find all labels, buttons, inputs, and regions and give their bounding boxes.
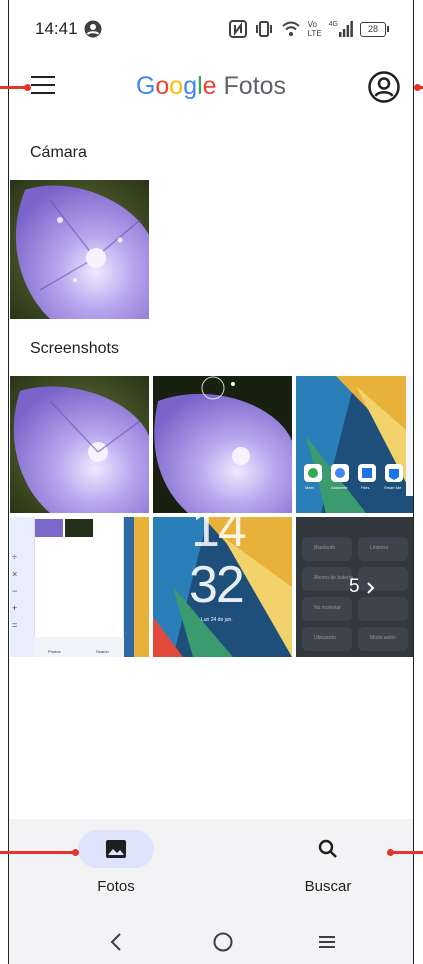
system-home-button[interactable] [203,927,243,957]
battery-level: 28 [360,21,386,37]
screenshot-thumbnail-3[interactable]: Meet Asistente Files Smart Me [296,376,413,513]
flower-image [10,376,149,513]
screenshot-thumbnail-4[interactable]: ÷ × − + = Photos Search [10,517,149,657]
nfc-icon [228,20,247,38]
account-circle-icon [368,71,400,103]
section-title-camera: Cámara [30,144,87,161]
logo-letter-g: G [135,72,156,100]
device-right-edge [413,0,414,964]
system-recents-button[interactable] [307,927,347,957]
logo-letter-o1: o [155,72,170,100]
volte-vo-text: Vo [307,20,317,29]
camera-screenshot-image [153,376,292,513]
calc-key-minus: − [12,586,18,596]
callout-line-photos [0,851,75,854]
search-icon [318,839,337,858]
lockscreen-hour: 14 [191,517,247,558]
screenshot-thumbnail-5[interactable]: 14 32 Lun 24 de jun. [153,517,292,657]
recents-icon [319,936,335,948]
lockscreen-date: Lun 24 de jun. [201,617,233,623]
status-time: 14:41 [35,19,78,38]
system-back-button[interactable] [96,927,136,957]
chevron-right-icon [367,582,375,594]
app-label-meet: Meet [305,485,314,490]
app-logo: Google Fotos [9,72,413,101]
screenshot-thumbnail-2[interactable] [153,376,292,513]
app-label-files: Files [361,485,370,490]
mini-nav-search-label: Search [96,649,109,654]
screenshot-thumbnail-6[interactable]: Bluetooth Linterna Ahorro de batería No … [296,517,413,657]
logo-letter-e: e [202,72,217,100]
cell-signal-icon [339,21,353,37]
signal-indicator: 4G [329,21,353,37]
top-app-bar: Google Fotos [9,58,413,116]
signal-4g-text: 4G [328,21,338,28]
nav-search[interactable]: Buscar [268,830,388,895]
section-title-screenshots: Screenshots [30,340,119,357]
lockscreen-minute: 32 [189,556,245,614]
callout-dot-menu [24,84,31,91]
logo-letter-o2: o [169,72,184,100]
app-label-smart: Smart Me [384,485,402,490]
callout-line-menu [0,86,26,89]
nav-photos-label: Fotos [97,878,135,895]
volte-lte-text: LTE [307,29,322,38]
nav-photos-pill [78,830,154,868]
flower-image [10,180,149,319]
wifi-icon [281,21,300,36]
back-icon [110,933,121,951]
status-bar: 14:41 Vo LTE 4G 28 [9,0,413,58]
logo-letter-g2: g [183,72,198,100]
callout-dot-photos [72,849,79,856]
photo-icon [106,840,126,858]
nav-photos[interactable]: Fotos [56,830,176,895]
vibrate-icon [255,21,272,37]
mini-nav-photos-label: Photos [48,649,61,654]
screenshot-thumbnail-1[interactable] [10,376,149,513]
callout-dot-search [387,849,394,856]
system-navigation-bar [9,927,413,957]
account-badge-icon [84,20,102,38]
calc-key-multiply: × [12,569,18,579]
home-screen-image [296,376,413,513]
bottom-navigation: Fotos Buscar [9,819,413,964]
account-button[interactable] [367,70,401,104]
nav-search-label: Buscar [304,878,352,895]
app-label-assistant: Asistente [331,485,348,490]
volte-indicator: Vo LTE [308,20,322,38]
logo-suffix: Fotos [223,72,287,100]
calc-key-plus: + [12,603,18,613]
calc-key-divide: ÷ [12,552,17,562]
battery-icon: 28 [360,21,389,37]
calc-key-equals: = [12,620,18,630]
callout-line-search [390,851,423,854]
more-screenshots-count: 5 [349,576,360,597]
home-circle-icon [213,932,233,952]
nav-search-pill [290,830,366,868]
device-left-edge [8,0,9,964]
camera-photo-thumbnail[interactable] [10,180,149,319]
callout-dot-account [414,84,421,91]
